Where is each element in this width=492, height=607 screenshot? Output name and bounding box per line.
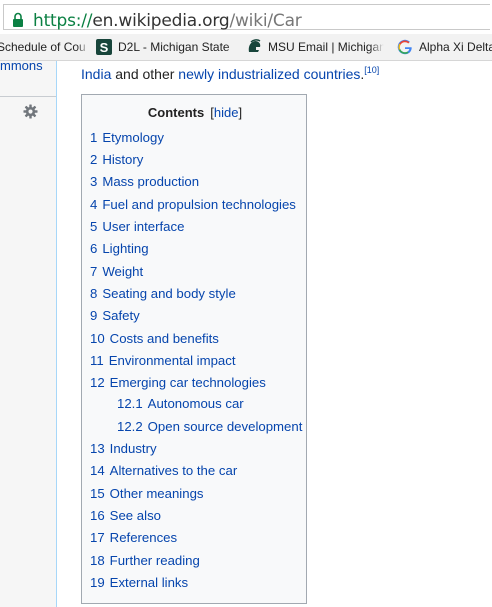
toc-number: 4	[90, 197, 98, 212]
google-g-icon	[397, 39, 412, 55]
toc-number: 3	[90, 174, 98, 189]
toc-number: 9	[90, 308, 98, 323]
toc-number: 6	[90, 241, 98, 256]
toc-title: Contents	[147, 105, 205, 120]
url-text: https://en.wikipedia.org/wiki/Car	[33, 12, 302, 30]
link-india[interactable]: India	[81, 66, 111, 82]
toc-item[interactable]: 2 History	[90, 152, 143, 168]
toc-number: 5	[90, 219, 98, 234]
toc-label: References	[109, 530, 178, 545]
toc-label: Alternatives to the car	[109, 463, 238, 478]
toc-number: 18	[90, 553, 105, 568]
toc-item[interactable]: 15 Other meanings	[90, 486, 204, 502]
toc-item[interactable]: 9 Safety	[90, 308, 140, 324]
bookmark-d2l[interactable]: S D2L - Michigan State	[96, 38, 240, 56]
toc-number: 13	[90, 441, 105, 456]
wikipedia-page: mmons India and other newly industrializ…	[0, 58, 492, 607]
toc-number: 8	[90, 286, 98, 301]
reference-link[interactable]: [10]	[364, 65, 379, 75]
toc-label: Etymology	[102, 130, 164, 145]
msu-s-icon: S	[96, 39, 112, 55]
article-content: India and other newly industrialized cou…	[57, 61, 492, 607]
toc-item[interactable]: 10 Costs and benefits	[90, 331, 219, 347]
toc-label: External links	[109, 575, 189, 590]
toc-label: Autonomous car	[147, 396, 244, 411]
toc-subitem[interactable]: 12.2 Open source development	[117, 419, 302, 435]
url-scheme: https://	[33, 11, 93, 31]
url-path: /wiki/Car	[229, 11, 302, 31]
toc-label: Seating and body style	[102, 286, 236, 301]
spartan-helmet-icon	[248, 39, 261, 52]
toc-item[interactable]: 8 Seating and body style	[90, 286, 236, 302]
toc-item[interactable]: 7 Weight	[90, 264, 143, 280]
toc-number: 12.2	[117, 419, 143, 434]
toc-label: Environmental impact	[108, 353, 236, 368]
toc-label: Lighting	[102, 241, 149, 256]
toc-label: Weight	[102, 264, 144, 279]
toc-label: History	[102, 152, 144, 167]
toc-label: Industry	[109, 441, 157, 456]
lock-icon	[13, 12, 23, 27]
gear-icon[interactable]	[23, 104, 38, 119]
toc-number: 14	[90, 463, 105, 478]
toc-item[interactable]: 19 External links	[90, 575, 188, 591]
toc-label: See also	[109, 508, 161, 523]
bookmark-alpha-xi-delta[interactable]: Alpha Xi Delta	[397, 38, 492, 56]
sidebar-divider	[0, 96, 56, 97]
toc-label: Mass production	[102, 174, 200, 189]
url-field[interactable]: https://en.wikipedia.org/wiki/Car	[3, 4, 490, 30]
toc-subitem[interactable]: 12.1 Autonomous car	[117, 396, 244, 412]
lead-paragraph: India and other newly industrialized cou…	[81, 65, 379, 82]
toc-number: 7	[90, 264, 98, 279]
bookmark-label: Alpha Xi Delta	[419, 40, 492, 54]
toc-label: Costs and benefits	[109, 331, 219, 346]
toc-item[interactable]: 18 Further reading	[90, 553, 200, 569]
toc-header: Contents [hide]	[82, 105, 308, 120]
toc-item[interactable]: 11 Environmental impact	[90, 353, 236, 369]
toc-number: 16	[90, 508, 105, 523]
toc-number: 10	[90, 331, 105, 346]
toc-item[interactable]: 14 Alternatives to the car	[90, 463, 237, 479]
toc-item[interactable]: 17 References	[90, 530, 177, 546]
toc-label: Fuel and propulsion technologies	[102, 197, 296, 212]
link-newly-industrialized-countries[interactable]: newly industrialized countries	[178, 66, 360, 82]
lead-text: and other	[111, 66, 179, 82]
bookmarks-bar: Schedule of Cou S D2L - Michigan State M…	[0, 34, 492, 61]
toc-number: 12.1	[117, 396, 143, 411]
sidebar-item-commons[interactable]: mmons	[0, 58, 43, 73]
toc-label: Emerging car technologies	[109, 375, 266, 390]
toc-number: 12	[90, 375, 105, 390]
bookmark-msu-email[interactable]: MSU Email | Michigan	[246, 38, 384, 56]
toc-item[interactable]: 3 Mass production	[90, 174, 199, 190]
toc-item[interactable]: 13 Industry	[90, 441, 157, 457]
toc-item[interactable]: 12 Emerging car technologies	[90, 375, 266, 391]
bookmark-label: Schedule of Cou	[0, 40, 86, 54]
bookmark-label: MSU Email | Michigan	[268, 40, 384, 54]
toc-number: 19	[90, 575, 105, 590]
toc-item[interactable]: 16 See also	[90, 508, 161, 524]
toc-number: 1	[90, 130, 98, 145]
toc-label: Safety	[102, 308, 140, 323]
toc-item[interactable]: 4 Fuel and propulsion technologies	[90, 197, 296, 213]
table-of-contents: Contents [hide] 1 Etymology 2 History 3 Mass…	[81, 94, 307, 604]
address-bar: https://en.wikipedia.org/wiki/Car	[0, 0, 492, 34]
toc-label: Further reading	[109, 553, 200, 568]
sidebar: mmons	[0, 58, 57, 607]
toc-label: User interface	[102, 219, 185, 234]
bookmark-schedule[interactable]: Schedule of Cou	[0, 38, 90, 56]
toc-label: Other meanings	[109, 486, 204, 501]
toc-number: 15	[90, 486, 105, 501]
toc-number: 2	[90, 152, 98, 167]
toc-bracket-close: ]	[238, 105, 243, 120]
bookmark-label: D2L - Michigan State	[118, 40, 230, 54]
toc-number: 17	[90, 530, 105, 545]
url-host: en.wikipedia.org	[92, 11, 230, 31]
toc-item[interactable]: 1 Etymology	[90, 130, 164, 146]
toc-item[interactable]: 5 User interface	[90, 219, 184, 235]
toc-number: 11	[90, 353, 104, 368]
toc-label: Open source development	[147, 419, 303, 434]
svg-text:S: S	[100, 40, 109, 55]
toc-item[interactable]: 6 Lighting	[90, 241, 149, 257]
toc-hide-link[interactable]: hide	[214, 105, 239, 120]
